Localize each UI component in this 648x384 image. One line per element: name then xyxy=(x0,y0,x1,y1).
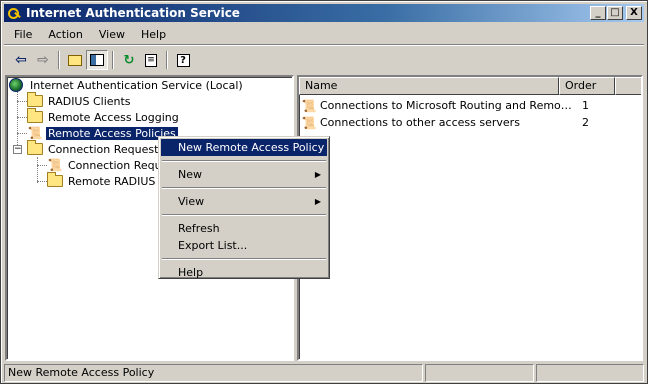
list-row[interactable]: 📜 Connections to other access servers 2 xyxy=(301,114,589,131)
status-text: New Remote Access Policy xyxy=(4,364,423,382)
context-menu: New Remote Access Policy New ▶ View ▶ Re… xyxy=(158,136,330,279)
column-header-name[interactable]: Name xyxy=(299,77,559,95)
submenu-arrow-icon: ▶ xyxy=(314,170,321,179)
globe-icon xyxy=(9,78,23,92)
policy-scroll-icon: 📜 xyxy=(47,158,63,172)
export-list-button[interactable]: ≡ xyxy=(140,50,162,70)
policy-scroll-icon: 📜 xyxy=(301,98,317,113)
menu-action[interactable]: Action xyxy=(42,26,88,43)
tree-connector xyxy=(37,157,38,183)
minimize-button[interactable]: _ xyxy=(590,6,606,20)
menu-item-view[interactable]: View ▶ xyxy=(161,193,327,210)
ias-key-icon xyxy=(6,5,22,21)
menu-item-new-label: New xyxy=(178,168,202,181)
up-folder-icon xyxy=(68,54,82,66)
collapse-icon[interactable]: − xyxy=(13,145,22,154)
policy-scroll-icon: 📜 xyxy=(27,126,43,140)
tree-root[interactable]: Internet Authentication Service (Local) xyxy=(9,77,245,93)
toolbar-separator xyxy=(166,51,168,69)
submenu-arrow-icon: ▶ xyxy=(314,197,321,206)
menu-item-view-label: View xyxy=(178,195,205,208)
menu-item-refresh[interactable]: Refresh xyxy=(161,220,327,237)
help-icon: ? xyxy=(176,53,190,67)
up-one-level-button[interactable] xyxy=(64,50,86,70)
show-hide-tree-icon xyxy=(90,54,104,66)
list-cell-name: Connections to Microsoft Routing and Rem… xyxy=(320,99,572,112)
list-header: Name Order xyxy=(299,77,641,95)
policy-scroll-icon: 📜 xyxy=(301,115,317,130)
menu-help[interactable]: Help xyxy=(135,26,172,43)
folder-icon xyxy=(27,108,43,123)
menu-separator xyxy=(162,160,326,162)
folder-icon xyxy=(27,140,43,155)
tree-item-remote-access-policies[interactable]: 📜 Remote Access Policies xyxy=(27,125,179,141)
status-panel xyxy=(536,364,644,382)
back-arrow-icon: ⇦ xyxy=(15,52,27,68)
tree-connector xyxy=(37,165,47,166)
tree-item-connection-request-processing[interactable]: Connection Request Pr xyxy=(27,140,175,157)
window-title: Internet Authentication Service xyxy=(26,6,240,20)
menu-separator xyxy=(162,187,326,189)
help-button[interactable]: ? xyxy=(172,50,194,70)
toolbar: ⇦ ⇨ ↻ ≡ ? xyxy=(4,48,644,72)
show-hide-tree-button[interactable] xyxy=(86,50,108,70)
menu-file[interactable]: File xyxy=(8,26,38,43)
menu-view[interactable]: View xyxy=(93,26,131,43)
app-window: Internet Authentication Service _ □ X Fi… xyxy=(0,0,648,384)
tree-connector xyxy=(17,117,27,118)
details-pane[interactable]: Name Order 📜 Connections to Microsoft Ro… xyxy=(297,75,643,361)
toolbar-separator xyxy=(112,51,114,69)
menu-separator xyxy=(162,214,326,216)
status-panel xyxy=(424,364,535,382)
list-cell-order: 1 xyxy=(582,99,589,112)
forward-button[interactable]: ⇨ xyxy=(32,50,54,70)
export-list-icon: ≡ xyxy=(145,53,157,67)
menu-item-new[interactable]: New ▶ xyxy=(161,166,327,183)
menu-item-export-list[interactable]: Export List... xyxy=(161,237,327,254)
close-button[interactable]: X xyxy=(626,6,642,20)
status-bar: New Remote Access Policy xyxy=(4,364,644,382)
tree-item-remote-access-logging[interactable]: Remote Access Logging xyxy=(27,108,181,125)
tree-connector xyxy=(17,101,27,102)
list-cell-name: Connections to other access servers xyxy=(320,116,520,129)
list-row[interactable]: 📜 Connections to Microsoft Routing and R… xyxy=(301,97,589,114)
menu-item-help[interactable]: Help xyxy=(161,264,327,281)
toolbar-separator xyxy=(58,51,60,69)
column-header-order[interactable]: Order xyxy=(559,77,615,95)
refresh-icon: ↻ xyxy=(123,52,135,68)
tree-item-connection-request-policies[interactable]: 📜 Connection Reques xyxy=(47,157,176,173)
folder-icon xyxy=(27,92,43,107)
back-button[interactable]: ⇦ xyxy=(10,50,32,70)
tree-item-remote-radius-server-groups[interactable]: Remote RADIUS Se xyxy=(47,172,175,189)
forward-arrow-icon: ⇨ xyxy=(37,52,49,68)
tree-connector xyxy=(17,133,27,134)
column-header-filler xyxy=(615,77,641,95)
title-bar[interactable]: Internet Authentication Service _ □ X xyxy=(4,4,644,22)
list-cell-order: 2 xyxy=(582,116,589,129)
tree-item-radius-clients[interactable]: RADIUS Clients xyxy=(27,92,133,109)
menu-separator xyxy=(162,258,326,260)
folder-icon xyxy=(47,172,63,187)
refresh-button[interactable]: ↻ xyxy=(118,50,140,70)
menu-bar: File Action View Help xyxy=(4,25,644,45)
tree-connector xyxy=(37,181,47,182)
menu-item-new-remote-access-policy[interactable]: New Remote Access Policy xyxy=(161,139,327,156)
maximize-button[interactable]: □ xyxy=(607,6,623,20)
